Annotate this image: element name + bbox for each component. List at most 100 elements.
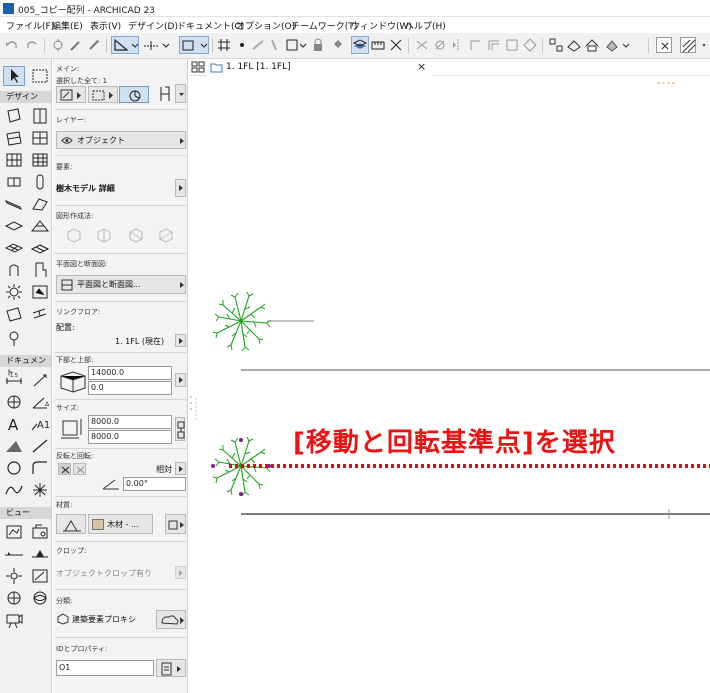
railing-tool-icon[interactable]	[4, 261, 24, 279]
id-input[interactable]: O1	[56, 660, 154, 676]
trim-to-roof-icon[interactable]	[584, 37, 600, 53]
web-tool-icon[interactable]	[30, 589, 50, 607]
polyline-tool-icon[interactable]	[30, 459, 50, 477]
menu-edit[interactable]: 編集(E)	[52, 19, 83, 32]
elevation-tool-icon[interactable]	[30, 523, 50, 541]
roof-window-tool-icon[interactable]	[30, 305, 50, 323]
geometry-method-4-icon[interactable]	[157, 226, 175, 244]
menu-help[interactable]: ヘルプ(H)	[405, 19, 446, 32]
window-grid-icon[interactable]	[191, 61, 205, 77]
measure-icon[interactable]	[370, 37, 386, 53]
rotate-icon[interactable]	[432, 37, 448, 53]
marquee-icon[interactable]	[388, 37, 404, 53]
move-rotate-anchor-button[interactable]	[119, 86, 149, 103]
offset-icon[interactable]	[486, 37, 502, 53]
classification-dropdown[interactable]	[156, 610, 186, 629]
change-tool-icon[interactable]	[30, 567, 50, 585]
menu-design[interactable]: デザイン(D)	[128, 19, 178, 32]
menu-view[interactable]: 表示(V)	[90, 19, 121, 32]
wall-end-tool-icon[interactable]	[4, 305, 24, 323]
menu-teamwork[interactable]: チームワーク(T)	[291, 19, 357, 32]
worksheet-tool-icon[interactable]	[30, 545, 50, 563]
more-icon[interactable]	[700, 37, 708, 53]
partial-structure-icon[interactable]	[284, 37, 308, 53]
geometry-method-1-icon[interactable]	[65, 226, 83, 244]
toolbox-section-design[interactable]: デザイン	[0, 91, 51, 103]
spline-tool-icon[interactable]	[4, 481, 24, 499]
column-tool-icon[interactable]	[30, 129, 50, 147]
geometry-method-3-icon[interactable]	[127, 226, 145, 244]
mesh-tool-icon[interactable]	[4, 239, 24, 257]
stair-tool-icon[interactable]	[30, 239, 50, 257]
geometry-method-2-icon[interactable]	[95, 226, 113, 244]
floor-plan-canvas[interactable]: [移動と回転基準点]を選択	[189, 76, 710, 693]
object-tool-icon[interactable]	[30, 261, 50, 279]
interior-elevation-tool-icon[interactable]	[4, 545, 24, 563]
angle-dimension-tool-icon[interactable]: Δ	[30, 393, 50, 411]
guide-line-icon[interactable]	[142, 37, 170, 53]
lamp-tool-icon[interactable]	[4, 283, 24, 301]
tab-close-icon[interactable]: ×	[417, 60, 426, 73]
menu-window[interactable]: ウィンドウ(W)	[351, 19, 412, 32]
section-tool-icon[interactable]	[4, 523, 24, 541]
menu-document[interactable]: ドキュメント(C)	[177, 19, 244, 32]
floor-plan-settings-button[interactable]: 平面図と断面図...	[56, 275, 186, 294]
drag-icon[interactable]	[414, 37, 430, 53]
eyedropper-icon[interactable]	[68, 37, 84, 53]
lock-icon[interactable]	[310, 37, 326, 53]
undo-icon[interactable]	[4, 37, 20, 53]
door-tool-icon[interactable]	[30, 107, 50, 125]
layer-settings-icon[interactable]	[351, 36, 369, 54]
pin-icon[interactable]	[330, 37, 346, 53]
suspend-group-icon[interactable]	[234, 37, 250, 53]
split-icon[interactable]	[522, 37, 538, 53]
material-selector[interactable]: 木材 - ...	[88, 514, 153, 534]
grid-tool-icon[interactable]	[30, 151, 50, 169]
proportion-lock-toggle[interactable]	[175, 417, 185, 441]
menu-file[interactable]: ファイル(F)	[6, 19, 54, 32]
pick-up-icon[interactable]	[50, 37, 66, 53]
rotation-mode-dropdown[interactable]	[175, 462, 186, 475]
line-tool-icon[interactable]	[30, 437, 50, 455]
size-y-input[interactable]: 8000.0	[88, 430, 172, 444]
3d-document-tool-icon[interactable]	[4, 589, 24, 607]
ortho-angle-icon[interactable]	[111, 36, 139, 54]
top-height-input[interactable]: 14000.0	[88, 366, 172, 380]
label-tool-icon[interactable]: A1	[30, 415, 50, 433]
mirror-icon[interactable]	[450, 37, 466, 53]
layer-selector[interactable]: オブジェクト	[56, 131, 186, 149]
properties-button[interactable]	[156, 659, 186, 677]
toolbox-section-view[interactable]: ビュー	[0, 507, 51, 519]
beam-tool-icon[interactable]	[30, 173, 50, 191]
dimension-tool-icon[interactable]: 1.5	[4, 371, 24, 389]
hatch-view-icon[interactable]	[680, 37, 696, 53]
window-tool-icon[interactable]	[4, 129, 24, 147]
mirror-toggle[interactable]	[58, 463, 71, 475]
material-catalog-dropdown[interactable]	[165, 514, 186, 534]
morph-tool-icon[interactable]	[30, 217, 50, 235]
toolbox-section-document[interactable]: ドキュメント	[0, 355, 51, 377]
material-override-button[interactable]	[56, 514, 86, 534]
level-dimension-tool-icon[interactable]	[30, 371, 50, 389]
shell-tool-icon[interactable]	[30, 195, 50, 213]
object-settings-dropdown[interactable]	[175, 84, 186, 103]
pen-icon[interactable]	[266, 37, 282, 53]
solid-operations-icon[interactable]	[566, 37, 582, 53]
menu-options[interactable]: オプション(O)	[236, 19, 295, 32]
roof-tool-icon[interactable]	[4, 195, 24, 213]
zone-tool-icon[interactable]	[30, 283, 50, 301]
wall-tool-icon[interactable]	[4, 107, 24, 125]
radial-dimension-tool-icon[interactable]	[4, 393, 24, 411]
redo-icon[interactable]	[24, 37, 40, 53]
camera-tool-icon[interactable]	[4, 611, 24, 629]
arc-tool-icon[interactable]	[4, 459, 24, 477]
detail-tool-icon[interactable]	[4, 567, 24, 585]
corner-window-tool-icon[interactable]	[4, 329, 24, 347]
group-icon[interactable]	[548, 37, 564, 53]
fill-tool-icon[interactable]	[4, 437, 24, 455]
placement-dropdown[interactable]	[175, 334, 186, 347]
height-reference-dropdown[interactable]	[175, 373, 186, 387]
grid-snap-icon[interactable]	[216, 37, 232, 53]
selection-mode-button[interactable]	[56, 86, 86, 103]
snap-guide-icon[interactable]	[179, 36, 209, 54]
